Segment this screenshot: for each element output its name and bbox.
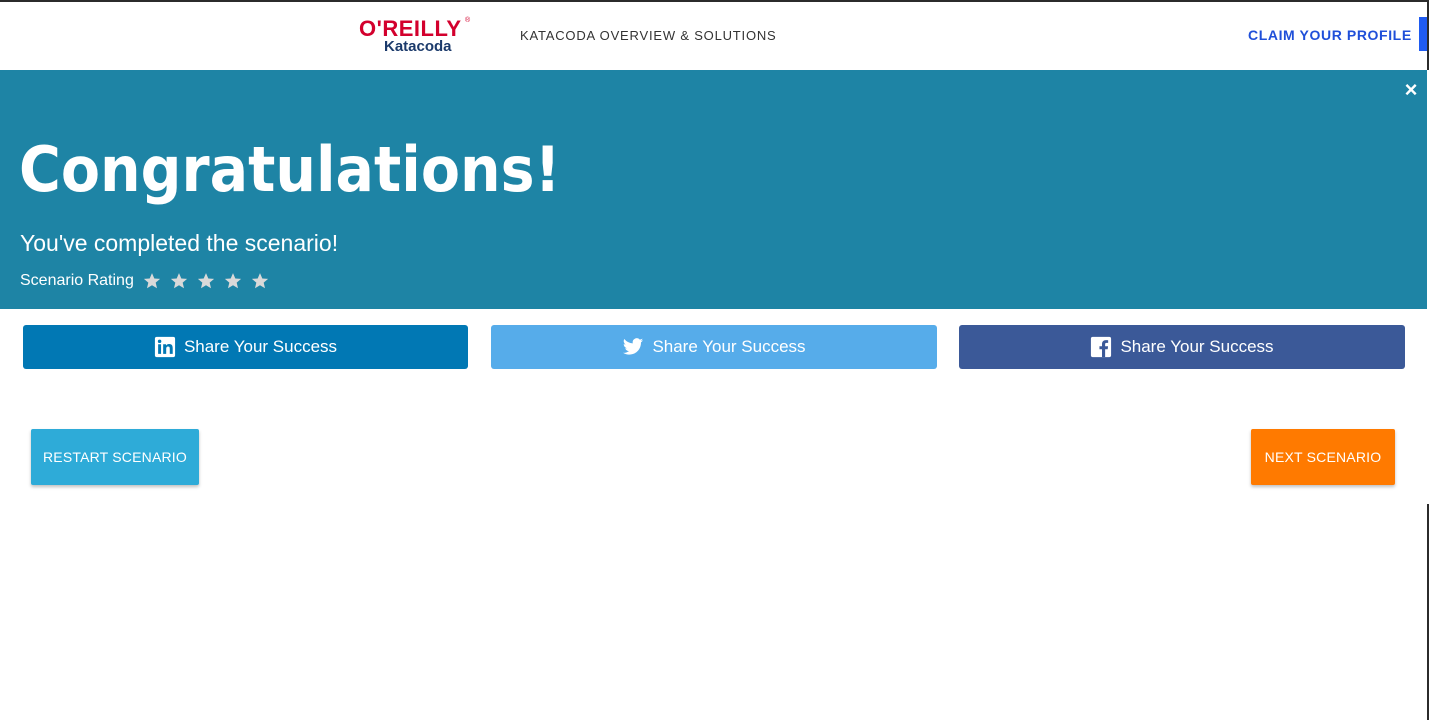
share-linkedin-label: Share Your Success: [183, 337, 338, 356]
claim-profile-link[interactable]: CLAIM YOUR PROFILE: [1248, 27, 1412, 43]
rating-label: Scenario Rating: [20, 272, 134, 289]
scenario-rating: Scenario Rating: [20, 269, 278, 293]
share-facebook-label: Share Your Success: [1120, 337, 1274, 356]
completion-subtitle: You've completed the scenario!: [20, 230, 339, 256]
linkedin-icon: [154, 336, 176, 358]
page: O'REILLY ® Katacoda KATACODA OVERVIEW & …: [0, 0, 1429, 720]
congratulations-banner: × Congratulations! You've completed the …: [0, 70, 1427, 309]
logo-katacoda-text: Katacoda: [384, 38, 452, 55]
share-twitter-button[interactable]: Share Your Success: [491, 325, 937, 369]
share-linkedin-button[interactable]: Share Your Success: [23, 325, 468, 369]
oreilly-katacoda-logo[interactable]: O'REILLY ® Katacoda: [359, 16, 471, 58]
next-scenario-button[interactable]: NEXT SCENARIO: [1251, 429, 1395, 485]
star-icon-5[interactable]: [251, 272, 269, 290]
site-header: O'REILLY ® Katacoda KATACODA OVERVIEW & …: [0, 2, 1429, 70]
congratulations-title: Congratulations!: [19, 133, 561, 206]
star-icon-1[interactable]: [143, 272, 161, 290]
star-icon-4[interactable]: [224, 272, 242, 290]
restart-scenario-button[interactable]: RESTART SCENARIO: [31, 429, 199, 485]
share-facebook-button[interactable]: Share Your Success: [959, 325, 1405, 369]
close-icon[interactable]: ×: [1401, 79, 1421, 101]
logo-registered-mark: ®: [465, 17, 471, 24]
twitter-icon: [622, 336, 644, 358]
star-icon-3[interactable]: [197, 272, 215, 290]
share-twitter-label: Share Your Success: [652, 337, 806, 356]
facebook-icon: [1090, 336, 1112, 358]
star-icon-2[interactable]: [170, 272, 188, 290]
nav-katacoda-overview-link[interactable]: KATACODA OVERVIEW & SOLUTIONS: [520, 28, 777, 43]
